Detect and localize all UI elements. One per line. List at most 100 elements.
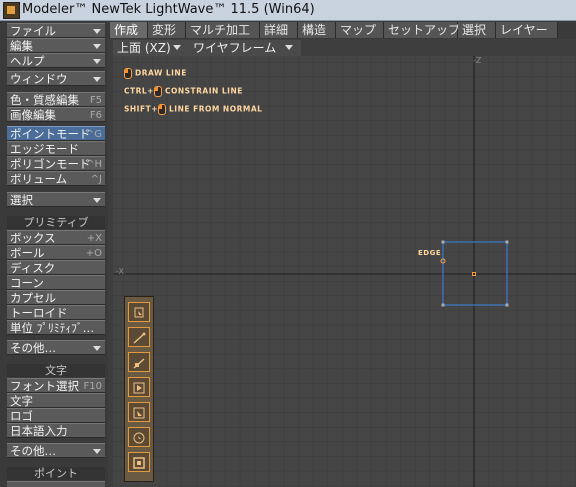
- shortcut-text: F6: [89, 110, 102, 121]
- hint-draw-line: DRAW LINE: [124, 68, 187, 79]
- font-select-button[interactable]: フォント選択 F10: [7, 378, 105, 393]
- disc-tool-label: ディスク: [10, 261, 56, 275]
- hint-modifier: SHIFT+: [124, 104, 158, 114]
- text-tool-label: 文字: [10, 394, 33, 408]
- tab-modify[interactable]: 変形: [148, 22, 186, 38]
- image-editor-label: 画像編集: [10, 108, 56, 122]
- logo-tool-label: ロゴ: [10, 409, 33, 423]
- line-tool-icon[interactable]: [128, 327, 150, 347]
- shortcut-text: ^H: [86, 159, 102, 170]
- circle-tool-icon[interactable]: [128, 427, 150, 447]
- viewport[interactable]: DRAW LINE CTRL+ CONSTRAIN LINE SHIFT+ LINE…: [113, 56, 576, 487]
- help-menu-label: ヘルプ: [10, 54, 45, 68]
- hint-line-from-normal: SHIFT+ LINE FROM NORMAL: [124, 104, 262, 115]
- hint-constrain-line: CTRL+ CONSTRAIN LINE: [124, 86, 243, 97]
- extend-tool-icon[interactable]: [128, 402, 150, 422]
- cone-tool-label: コーン: [10, 276, 44, 290]
- shortcut-text: ^G: [85, 129, 102, 140]
- disc-tool-button[interactable]: ディスク: [7, 260, 105, 275]
- tab-select[interactable]: 選択: [458, 22, 496, 38]
- shortcut-text: +X: [86, 233, 102, 244]
- title-bar: Modeler™ NewTek LightWave™ 11.5 (Win64): [0, 0, 576, 21]
- point-mode-button[interactable]: ポイントモード ^G: [7, 126, 105, 141]
- tab-bar: 作成 変形 マルチ加工 詳細 構造 マップ セットアップ 選択 レイヤー: [108, 21, 576, 39]
- axis-label-z: -Z: [473, 56, 482, 65]
- tab-create[interactable]: 作成: [110, 22, 148, 38]
- unit-primitive-label: 単位 ﾌﾟﾘﾐﾃｨﾌﾞ…: [10, 321, 95, 335]
- text-heading: 文字: [7, 364, 105, 377]
- edit-menu[interactable]: 編集: [7, 38, 105, 53]
- tab-map[interactable]: マップ: [336, 22, 384, 38]
- play-tool-icon[interactable]: [128, 377, 150, 397]
- edit-menu-label: 編集: [10, 39, 33, 53]
- ball-tool-button[interactable]: ボール +O: [7, 245, 105, 260]
- japanese-input-button[interactable]: 日本語入力: [7, 423, 105, 438]
- chevron-down-icon: [173, 45, 181, 50]
- point-tool-button[interactable]: [7, 481, 105, 487]
- tab-construct[interactable]: 構造: [298, 22, 336, 38]
- japanese-input-label: 日本語入力: [10, 424, 68, 438]
- unit-primitive-button[interactable]: 単位 ﾌﾟﾘﾐﾃｨﾌﾞ…: [7, 320, 105, 335]
- mouse-left-icon: [124, 68, 132, 79]
- shortcut-text: +O: [85, 248, 102, 259]
- shortcut-text: F10: [83, 381, 102, 392]
- app-icon: [3, 2, 20, 19]
- text-tool-button[interactable]: 文字: [7, 393, 105, 408]
- chevron-down-icon: [93, 449, 101, 454]
- select-menu-label: 選択: [10, 193, 33, 207]
- more-primitives-menu[interactable]: その他…: [7, 340, 105, 355]
- point-tool-icon[interactable]: [128, 302, 150, 322]
- select-menu[interactable]: 選択: [7, 192, 105, 207]
- chevron-down-icon: [93, 44, 101, 49]
- help-menu[interactable]: ヘルプ: [7, 53, 105, 68]
- file-menu[interactable]: ファイル: [7, 23, 105, 38]
- chevron-down-icon: [93, 77, 101, 82]
- image-editor-button[interactable]: 画像編集 F6: [7, 107, 105, 122]
- point-mode-label: ポイントモード: [10, 127, 91, 141]
- hint-text: CONSTRAIN LINE: [164, 86, 243, 96]
- viewport-grid: [113, 56, 576, 487]
- window-menu-label: ウィンドウ: [10, 72, 68, 86]
- tab-setup[interactable]: セットアップ: [384, 22, 460, 38]
- hint-text: LINE FROM NORMAL: [169, 104, 263, 114]
- shortcut-text: F5: [89, 95, 102, 106]
- box-tool-button[interactable]: ボックス +X: [7, 230, 105, 245]
- cone-tool-button[interactable]: コーン: [7, 275, 105, 290]
- edge-mode-button[interactable]: エッジモード: [7, 141, 105, 156]
- volume-mode-button[interactable]: ボリューム ^J: [7, 171, 105, 186]
- hint-text: DRAW LINE: [135, 68, 187, 78]
- square-tool-icon[interactable]: [128, 452, 150, 472]
- window-title: Modeler™ NewTek LightWave™ 11.5 (Win64): [22, 2, 315, 17]
- chevron-down-icon: [93, 59, 101, 64]
- logo-tool-button[interactable]: ロゴ: [7, 408, 105, 423]
- tab-multiply[interactable]: マルチ加工: [186, 22, 260, 38]
- viewport-header: 上面 (XZ) ワイヤフレーム: [113, 40, 301, 56]
- toroid-tool-label: トーロイド: [10, 306, 68, 320]
- tab-detail[interactable]: 詳細: [260, 22, 298, 38]
- view-type-dropdown[interactable]: 上面 (XZ): [117, 40, 171, 56]
- tab-layer[interactable]: レイヤー: [496, 22, 558, 38]
- box-tool-label: ボックス: [10, 231, 56, 245]
- mouse-left-icon: [158, 104, 166, 115]
- chevron-down-icon: [93, 198, 101, 203]
- more-text-menu[interactable]: その他…: [7, 443, 105, 458]
- polygon-mode-button[interactable]: ポリゴンモード ^H: [7, 156, 105, 171]
- render-mode-dropdown[interactable]: ワイヤフレーム: [193, 40, 276, 56]
- volume-mode-label: ボリューム: [10, 172, 68, 186]
- hint-modifier: CTRL+: [124, 86, 154, 96]
- chevron-down-icon: [93, 29, 101, 34]
- surface-editor-label: 色・質感編集: [10, 93, 79, 107]
- line-normal-tool-icon[interactable]: [128, 352, 150, 372]
- capsule-tool-button[interactable]: カプセル: [7, 290, 105, 305]
- surface-editor-button[interactable]: 色・質感編集 F5: [7, 92, 105, 107]
- toroid-tool-button[interactable]: トーロイド: [7, 305, 105, 320]
- window-menu[interactable]: ウィンドウ: [7, 71, 105, 86]
- file-menu-label: ファイル: [10, 24, 56, 38]
- polygon-mode-label: ポリゴンモード: [10, 157, 91, 171]
- more-label: その他…: [10, 341, 56, 355]
- mouse-left-icon: [153, 86, 162, 97]
- edge-label: EDGE: [418, 249, 442, 257]
- ball-tool-label: ボール: [10, 246, 45, 260]
- sidebar: ファイル 編集 ヘルプ ウィンドウ 色・質感編集 F5 画像編集 F6 ポイントモー…: [0, 21, 108, 487]
- primitive-heading: プリミティブ: [7, 216, 105, 229]
